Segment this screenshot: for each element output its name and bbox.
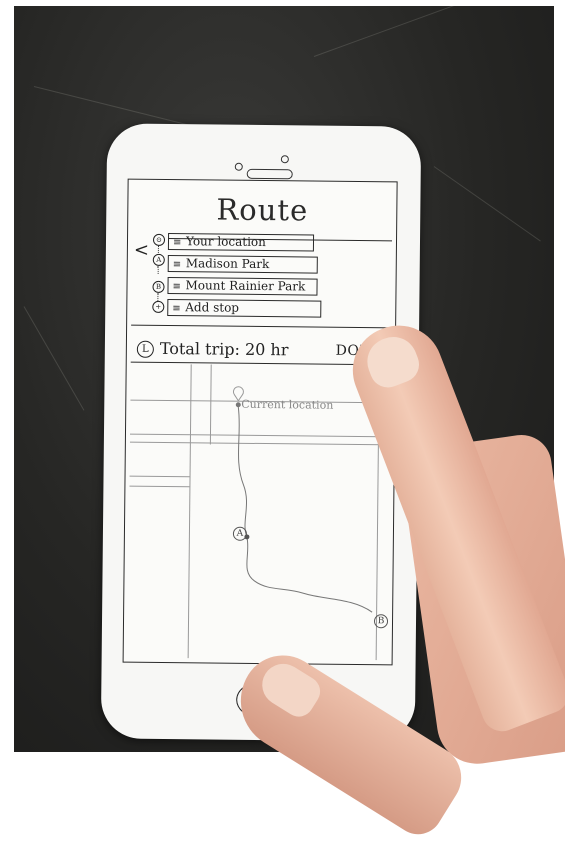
current-location-label: Current location (241, 397, 334, 412)
drag-handle-icon[interactable]: ≡ (172, 301, 181, 316)
clock-icon: L (136, 340, 154, 358)
drag-handle-icon[interactable]: ≡ (173, 257, 182, 272)
list-divider (131, 324, 392, 329)
route-connector (157, 244, 160, 253)
route-connector (157, 292, 160, 301)
add-stop-field[interactable]: ≡ Add stop (167, 299, 322, 318)
sensor-icon (280, 155, 289, 164)
drag-handle-icon[interactable]: ≡ (173, 235, 182, 250)
route-connector (157, 265, 160, 274)
point-b-icon[interactable]: B (373, 614, 389, 629)
stop-label: Mount Rainier Park (185, 278, 306, 294)
add-stop-marker-icon: + (152, 300, 165, 313)
page-title: Route (216, 192, 309, 228)
speaker-slot (246, 168, 293, 180)
stop-label: Your location (185, 234, 267, 250)
table-scratch (433, 166, 541, 242)
stop-b-marker-icon: B (152, 280, 165, 293)
fingernail (360, 329, 425, 393)
table-scratch (23, 306, 85, 411)
trip-duration-text: Total trip: 20 hr (159, 338, 289, 360)
stop-label: Add stop (185, 300, 240, 315)
route-screen: Route < ⊙ A B + ≡ Your location ≡ Madison … (122, 178, 398, 666)
camera-icon (234, 162, 243, 171)
stop-field-your-location[interactable]: ≡ Your location (167, 233, 315, 252)
stop-field-madison-park[interactable]: ≡ Madison Park (167, 255, 318, 274)
stop-field-mount-rainier-park[interactable]: ≡ Mount Rainier Park (167, 277, 318, 296)
trip-summary: L Total trip: 20 hr (136, 338, 289, 360)
back-arrow-icon[interactable]: < (134, 240, 149, 261)
stop-label: Madison Park (185, 256, 270, 272)
table-scratch (313, 6, 521, 57)
stop-a-marker-icon: A (152, 253, 165, 266)
route-map[interactable]: Current location A B (128, 364, 391, 661)
drag-handle-icon[interactable]: ≡ (172, 279, 181, 294)
point-a-icon[interactable]: A (232, 526, 248, 541)
